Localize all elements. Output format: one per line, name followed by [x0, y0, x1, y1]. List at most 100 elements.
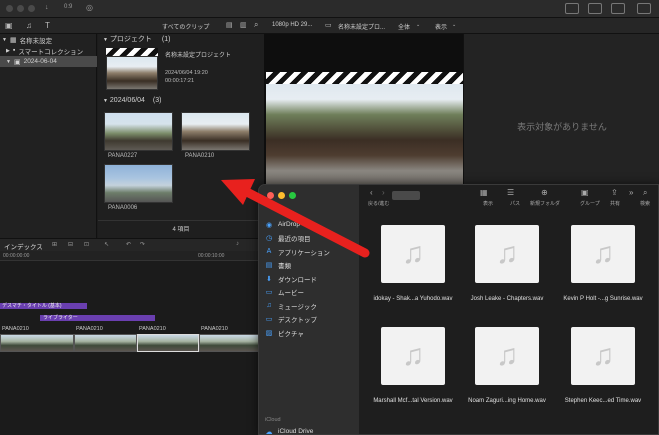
audio-file-tile[interactable]: ♫	[571, 225, 635, 283]
forward-icon[interactable]: ›	[382, 188, 385, 197]
disclosure-closed-icon[interactable]: ▶	[6, 48, 10, 54]
keyword-icon[interactable]: 0:9	[64, 4, 72, 10]
search-icon[interactable]: ⌕	[254, 20, 258, 30]
zoom-select[interactable]: 全体	[398, 22, 410, 31]
finder-content: ‹ › 戻る/進む ▦ 表示 ☰ パス ⊕ 新規フォルダ ▣ グループ ⇪ 共有…	[359, 185, 658, 434]
disclosure-open-icon: ▼	[103, 37, 108, 43]
final-cut-window: ↓ 0:9 ◎ ▣ ♫ T すべてのクリップ ▤ ▥ ⌕ 1080p HD 29…	[0, 0, 659, 435]
close-window-button[interactable]	[6, 5, 13, 12]
audio-file-tile[interactable]: ♫	[571, 327, 635, 385]
sidebar-item-event[interactable]: ▼ ▣ 2024-06-04	[0, 56, 97, 67]
clip-thumbnail[interactable]	[104, 164, 173, 203]
clip-label: PANA0210	[201, 326, 228, 332]
sidebar-item-movie[interactable]: ▭ ムービー	[265, 286, 357, 299]
viewer-format: 1080p HD 29...	[272, 22, 313, 28]
chevron-down-icon: ⌄	[416, 22, 421, 28]
sidebar-item-label: iCloud Drive	[278, 428, 314, 435]
file-name: Marshall Mcf...tal Version.wav	[373, 398, 453, 404]
project-name: 名称未設定プロジェクト	[165, 53, 232, 59]
sidebar-item-music[interactable]: ♫ ミュージック	[265, 299, 357, 312]
titles-generators-icon[interactable]: T	[45, 21, 50, 30]
clip-thumbnail[interactable]	[104, 112, 173, 151]
movie-icon: ▭	[265, 289, 273, 296]
event-section-header[interactable]: ▼ 2024/06/04 (3)	[103, 97, 161, 104]
insert-icon[interactable]: ⊟	[68, 241, 73, 248]
group-icon[interactable]: ▣	[581, 188, 589, 197]
import-icon[interactable]: ↓	[45, 4, 49, 11]
file-name: idokay - Shak...a Yuhodo.wav	[373, 296, 453, 302]
sidebar-item-label: ダウンロード	[278, 276, 317, 284]
layout-inspector-icon[interactable]	[611, 3, 625, 14]
append-icon[interactable]: ⊡	[84, 241, 89, 248]
share-icon[interactable]	[637, 3, 651, 14]
desktop-icon: ▭	[265, 316, 273, 323]
timeline-clip[interactable]	[199, 334, 259, 352]
new-folder-icon[interactable]: ⊕	[541, 188, 548, 197]
project-thumbnail[interactable]	[106, 48, 158, 90]
toolbar-label: 検索	[640, 201, 651, 207]
background-tasks-icon[interactable]: ◎	[86, 3, 93, 12]
audio-file-tile[interactable]: ♫	[381, 327, 445, 385]
clip-label: PANA0210	[76, 326, 103, 332]
toolbar-label: 共有	[610, 201, 621, 207]
audio-file-tile[interactable]: ♫	[381, 225, 445, 283]
projects-section-header[interactable]: ▼ プロジェクト (1)	[103, 34, 170, 44]
index-tab[interactable]: インデックス	[4, 241, 43, 251]
sidebar-item-label: デスクトップ	[278, 317, 317, 324]
icloud-header: iCloud	[265, 417, 281, 423]
toolbar-label: 表示	[483, 201, 494, 207]
undo-icon[interactable]: ↶	[126, 241, 131, 248]
zoom-window-button[interactable]	[28, 5, 35, 12]
music-note-icon: ♫	[591, 339, 615, 372]
minimize-window-button[interactable]	[17, 5, 24, 12]
grid-view-icon[interactable]: ▦	[480, 188, 488, 197]
timeline-clip[interactable]	[0, 334, 74, 352]
clip-label: PANA0227	[108, 153, 138, 159]
disclosure-open-icon[interactable]: ▼	[2, 37, 7, 43]
libraries-icon[interactable]: ▣	[5, 21, 13, 30]
picture-icon: ▨	[265, 329, 273, 337]
sidebar-item-label: スマートコレクション	[18, 48, 84, 56]
sidebar-item-picture[interactable]: ▨ ピクチャ	[265, 326, 357, 339]
clip-thumbnail[interactable]	[181, 112, 250, 151]
toolbar-label: 新規フォルダ	[530, 201, 561, 207]
photos-audio-icon[interactable]: ♫	[26, 21, 32, 30]
title-clip-label: デスマチ・タイトル (基本)	[2, 303, 62, 309]
disclosure-open-icon: ▼	[103, 98, 108, 104]
layout-timeline-icon[interactable]	[588, 3, 602, 14]
share-icon[interactable]: ⇪	[611, 188, 618, 197]
sidebar-item-download[interactable]: ⬇ ダウンロード	[265, 272, 357, 285]
sidebar-item-label: ミュージック	[278, 303, 317, 311]
red-arrow-annotation	[221, 179, 370, 258]
sidebar-item-icloud-drive[interactable]: ☁ iCloud Drive	[265, 425, 357, 435]
filmstrip-view-icon[interactable]: ▤	[226, 21, 233, 29]
file-name: Josh Leake - Chapters.wav	[470, 296, 544, 302]
sidebar-item-desktop[interactable]: ▭ デスクトップ	[265, 313, 357, 326]
sidebar-item-smart-collections[interactable]: ▶ ▪ スマートコレクション	[0, 45, 97, 56]
disclosure-open-icon[interactable]: ▼	[6, 59, 11, 65]
search-icon[interactable]: ⌕	[643, 188, 647, 198]
library-row[interactable]: ▼ ▦ 名称未設定	[0, 34, 97, 45]
chevron-down-icon: ⌄	[452, 22, 457, 28]
audio-file-tile[interactable]: ♫	[475, 225, 539, 283]
clip-label: PANA0006	[108, 205, 138, 211]
more-icon[interactable]: »	[629, 188, 633, 197]
clip-label: PANA0210	[139, 326, 166, 332]
layout-browser-icon[interactable]	[565, 3, 579, 14]
redo-icon[interactable]: ↷	[140, 241, 145, 248]
select-tool-icon[interactable]: ↖	[104, 241, 109, 248]
connect-icon[interactable]: ⊞	[52, 241, 57, 248]
project-icon: ▭	[325, 22, 332, 29]
clapper-overlay	[266, 72, 463, 84]
viewer[interactable]	[264, 34, 463, 186]
audio-file-tile[interactable]: ♫	[475, 327, 539, 385]
display-menu[interactable]: 表示	[435, 22, 447, 31]
clip-label: PANA0210	[2, 326, 29, 332]
sidebar-item-label: ピクチャ	[278, 330, 304, 338]
path-icon[interactable]: ☰	[507, 188, 514, 197]
list-view-icon[interactable]: ▥	[240, 21, 247, 29]
timeline-clip[interactable]	[137, 334, 199, 352]
clip-filter-select[interactable]: すべてのクリップ	[162, 22, 209, 31]
sidebar-item-label: 2024-06-04	[23, 58, 57, 65]
timeline-clip[interactable]	[74, 334, 137, 352]
